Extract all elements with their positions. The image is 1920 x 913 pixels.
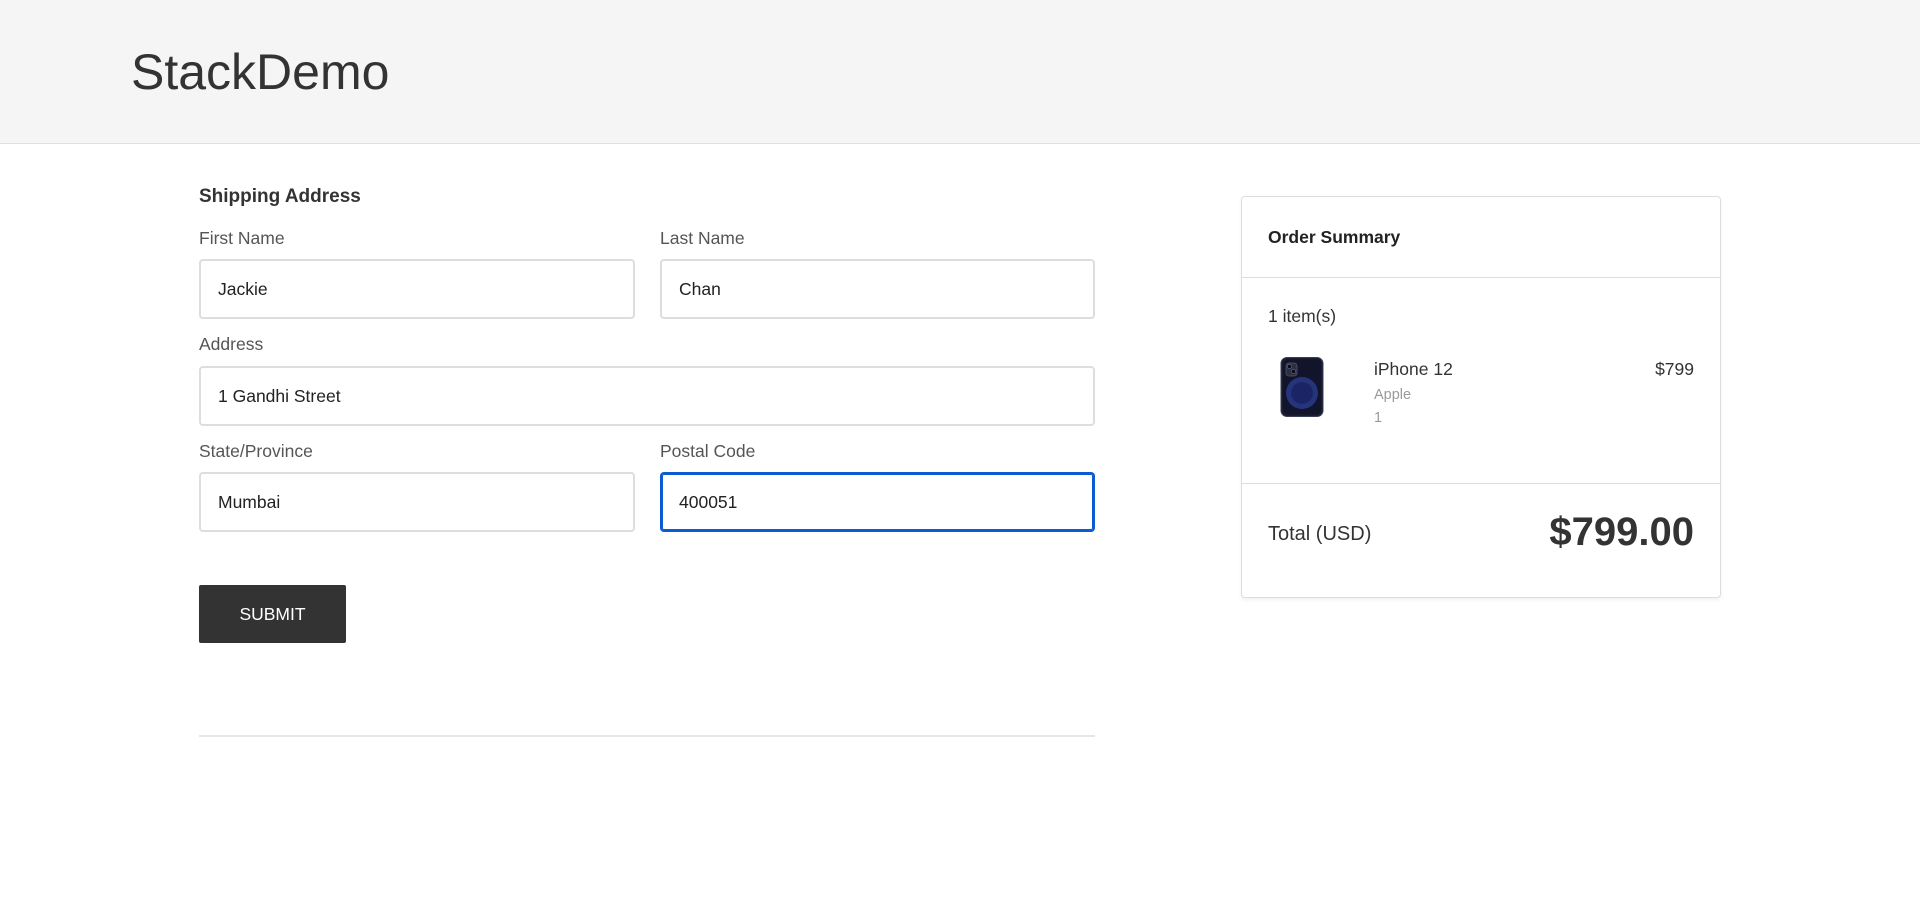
product-price: $799: [1655, 359, 1694, 379]
top-header: StackDemo: [0, 0, 1920, 144]
brand-logo-link[interactable]: StackDemo: [131, 42, 389, 102]
last-name-input[interactable]: [660, 259, 1095, 319]
order-summary-card: Order Summary 1 item(s) iPhone 12 Apple …: [1241, 196, 1721, 598]
product-quantity: 1: [1374, 410, 1383, 426]
submit-button[interactable]: SUBMIT: [199, 585, 346, 643]
postal-code-label: Postal Code: [660, 441, 756, 461]
postal-code-input[interactable]: [660, 472, 1095, 532]
product-name: iPhone 12: [1374, 359, 1453, 379]
state-province-label: State/Province: [199, 441, 313, 461]
first-name-label: First Name: [199, 228, 285, 248]
last-name-label: Last Name: [660, 228, 745, 248]
address-input[interactable]: [199, 366, 1095, 426]
form-divider: [199, 735, 1095, 737]
first-name-input[interactable]: [199, 259, 635, 319]
total-value: $799.00: [1549, 510, 1694, 554]
summary-divider: [1242, 277, 1720, 278]
product-brand: Apple: [1374, 387, 1412, 403]
items-count: 1 item(s): [1268, 306, 1337, 326]
address-label: Address: [199, 334, 264, 354]
shipping-address-heading: Shipping Address: [199, 186, 361, 207]
summary-divider: [1242, 483, 1720, 484]
iphone-product-image: [1280, 357, 1324, 417]
total-label: Total (USD): [1268, 523, 1372, 545]
order-summary-heading: Order Summary: [1268, 227, 1401, 247]
state-province-input[interactable]: [199, 472, 635, 532]
